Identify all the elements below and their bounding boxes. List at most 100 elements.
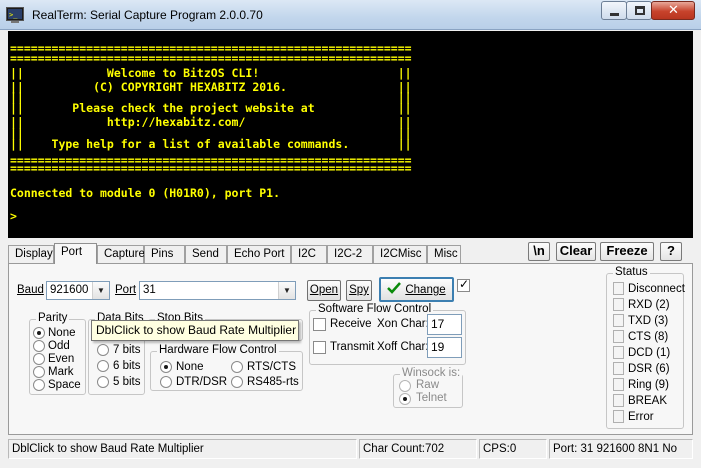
realterm-app-icon: >_ bbox=[6, 7, 24, 23]
data-bits-7-label: 7 bits bbox=[113, 344, 141, 356]
tab-misc[interactable]: Misc bbox=[427, 245, 461, 263]
terminal-line: Connected to module 0 (H01R0), port P1. bbox=[10, 186, 281, 200]
port-select[interactable]: 31 ▼ bbox=[139, 281, 296, 300]
status-txd: TXD (3) bbox=[628, 315, 669, 327]
hardware-flow-title: Hardware Flow Control bbox=[157, 344, 279, 356]
open-label: Open bbox=[309, 284, 339, 296]
parity-none-label: None bbox=[48, 327, 76, 339]
receive-label: Receive bbox=[330, 318, 372, 330]
port-label-text: Port bbox=[115, 284, 137, 296]
port-label: Port bbox=[115, 284, 136, 296]
clear-button[interactable]: Clear bbox=[556, 242, 596, 261]
parity-mark-radio[interactable] bbox=[33, 366, 45, 378]
winsock-raw-label: Raw bbox=[416, 379, 440, 391]
change-checkbox[interactable] bbox=[457, 277, 470, 292]
status-led bbox=[613, 346, 624, 359]
close-button[interactable]: ✕ bbox=[651, 1, 695, 20]
receive-checkbox[interactable] bbox=[313, 318, 326, 331]
status-error: Error bbox=[628, 411, 654, 423]
maximize-icon bbox=[635, 6, 645, 15]
newline-button[interactable]: \n bbox=[528, 242, 550, 261]
parity-title: Parity bbox=[36, 312, 70, 324]
help-button[interactable]: ? bbox=[660, 242, 682, 261]
minimize-icon bbox=[610, 13, 619, 16]
terminal-prompt: > bbox=[10, 209, 17, 223]
tab-i2c-2[interactable]: I2C-2 bbox=[327, 245, 373, 263]
status-char-count: Char Count:702 bbox=[359, 439, 477, 459]
software-flow-title: Software Flow Control bbox=[316, 303, 434, 315]
maximize-button[interactable] bbox=[626, 1, 652, 20]
checkmark-icon bbox=[387, 282, 402, 294]
status-cps: CPS:0 bbox=[479, 439, 547, 459]
xoff-char-input[interactable]: 19 bbox=[427, 337, 462, 358]
minimize-button[interactable] bbox=[601, 1, 627, 20]
winsock-telnet-radio[interactable] bbox=[399, 393, 411, 405]
data-bits-5-radio[interactable] bbox=[97, 376, 109, 388]
baud-label: Baud bbox=[17, 284, 44, 296]
parity-odd-radio[interactable] bbox=[33, 340, 45, 352]
tab-pins[interactable]: Pins bbox=[144, 245, 185, 263]
terminal-line: || Please check the project website at |… bbox=[10, 101, 412, 115]
data-bits-7-radio[interactable] bbox=[97, 344, 109, 356]
terminal-line: || Welcome to BitzOS CLI! || bbox=[10, 66, 412, 80]
spy-label: Spy bbox=[349, 284, 369, 296]
baud-select[interactable]: 921600 ▼ bbox=[46, 281, 110, 300]
hw-flow-rs485-radio[interactable] bbox=[231, 376, 243, 388]
baud-label-text: Baud bbox=[17, 284, 44, 296]
open-button[interactable]: Open bbox=[307, 280, 341, 301]
winsock-title: Winsock is: bbox=[400, 367, 463, 379]
hw-flow-dtrdsr-radio[interactable] bbox=[160, 376, 172, 388]
hw-flow-rtscts-radio[interactable] bbox=[231, 361, 243, 373]
parity-none-radio[interactable] bbox=[33, 327, 45, 339]
hw-flow-none-radio[interactable] bbox=[160, 361, 172, 373]
data-bits-6-radio[interactable] bbox=[97, 360, 109, 372]
terminal-line: ========================================… bbox=[10, 161, 412, 175]
tab-i2cmisc[interactable]: I2CMisc bbox=[373, 245, 427, 263]
tab-echo-port[interactable]: Echo Port bbox=[227, 245, 291, 263]
spy-button[interactable]: Spy bbox=[346, 280, 372, 301]
xoff-label: Xoff Char: bbox=[377, 341, 429, 353]
tab-send[interactable]: Send bbox=[185, 245, 227, 263]
data-bits-6-label: 6 bits bbox=[113, 360, 141, 372]
winsock-raw-radio[interactable] bbox=[399, 380, 411, 392]
title-bar: >_ RealTerm: Serial Capture Program 2.0.… bbox=[0, 0, 701, 30]
status-hint: DblClick to show Baud Rate Multiplier bbox=[8, 439, 357, 459]
terminal-line: ========================================… bbox=[10, 51, 412, 65]
xon-char-input[interactable]: 17 bbox=[427, 314, 462, 335]
change-button[interactable]: Change bbox=[379, 277, 454, 302]
tab-i2c[interactable]: I2C bbox=[291, 245, 327, 263]
tab-port[interactable]: Port bbox=[54, 243, 97, 264]
parity-space-label: Space bbox=[48, 379, 81, 391]
status-led bbox=[613, 282, 624, 295]
parity-space-radio[interactable] bbox=[33, 379, 45, 391]
status-dsr: DSR (6) bbox=[628, 363, 670, 375]
window-title: RealTerm: Serial Capture Program 2.0.0.7… bbox=[32, 8, 263, 22]
hw-flow-none-label: None bbox=[176, 361, 204, 373]
status-led bbox=[613, 330, 624, 343]
status-bar: DblClick to show Baud Rate Multiplier Ch… bbox=[0, 437, 701, 468]
xon-label: Xon Char: bbox=[377, 318, 429, 330]
tab-display[interactable]: Display bbox=[8, 245, 54, 263]
terminal-display[interactable]: ========================================… bbox=[8, 31, 693, 238]
status-port-info: Port: 31 921600 8N1 No bbox=[549, 439, 693, 459]
data-bits-5-label: 5 bits bbox=[113, 376, 141, 388]
chevron-down-icon[interactable]: ▼ bbox=[278, 282, 295, 299]
status-led bbox=[613, 314, 624, 327]
status-led bbox=[613, 378, 624, 391]
status-disconnect: Disconnect bbox=[628, 283, 685, 295]
svg-text:>_: >_ bbox=[9, 11, 18, 19]
transmit-label: Transmit bbox=[330, 341, 375, 353]
transmit-checkbox[interactable] bbox=[313, 341, 326, 354]
baud-tooltip: DblClick to show Baud Rate Multiplier bbox=[91, 320, 299, 341]
status-rxd: RXD (2) bbox=[628, 299, 670, 311]
hw-flow-rtscts-label: RTS/CTS bbox=[247, 361, 296, 373]
freeze-button[interactable]: Freeze bbox=[600, 242, 654, 261]
tab-capture[interactable]: Capture bbox=[97, 245, 145, 263]
status-cts: CTS (8) bbox=[628, 331, 669, 343]
status-led bbox=[613, 298, 624, 311]
close-icon: ✕ bbox=[668, 3, 679, 18]
parity-even-radio[interactable] bbox=[33, 353, 45, 365]
chevron-down-icon[interactable]: ▼ bbox=[92, 282, 109, 299]
status-dcd: DCD (1) bbox=[628, 347, 671, 359]
status-led bbox=[613, 394, 624, 407]
